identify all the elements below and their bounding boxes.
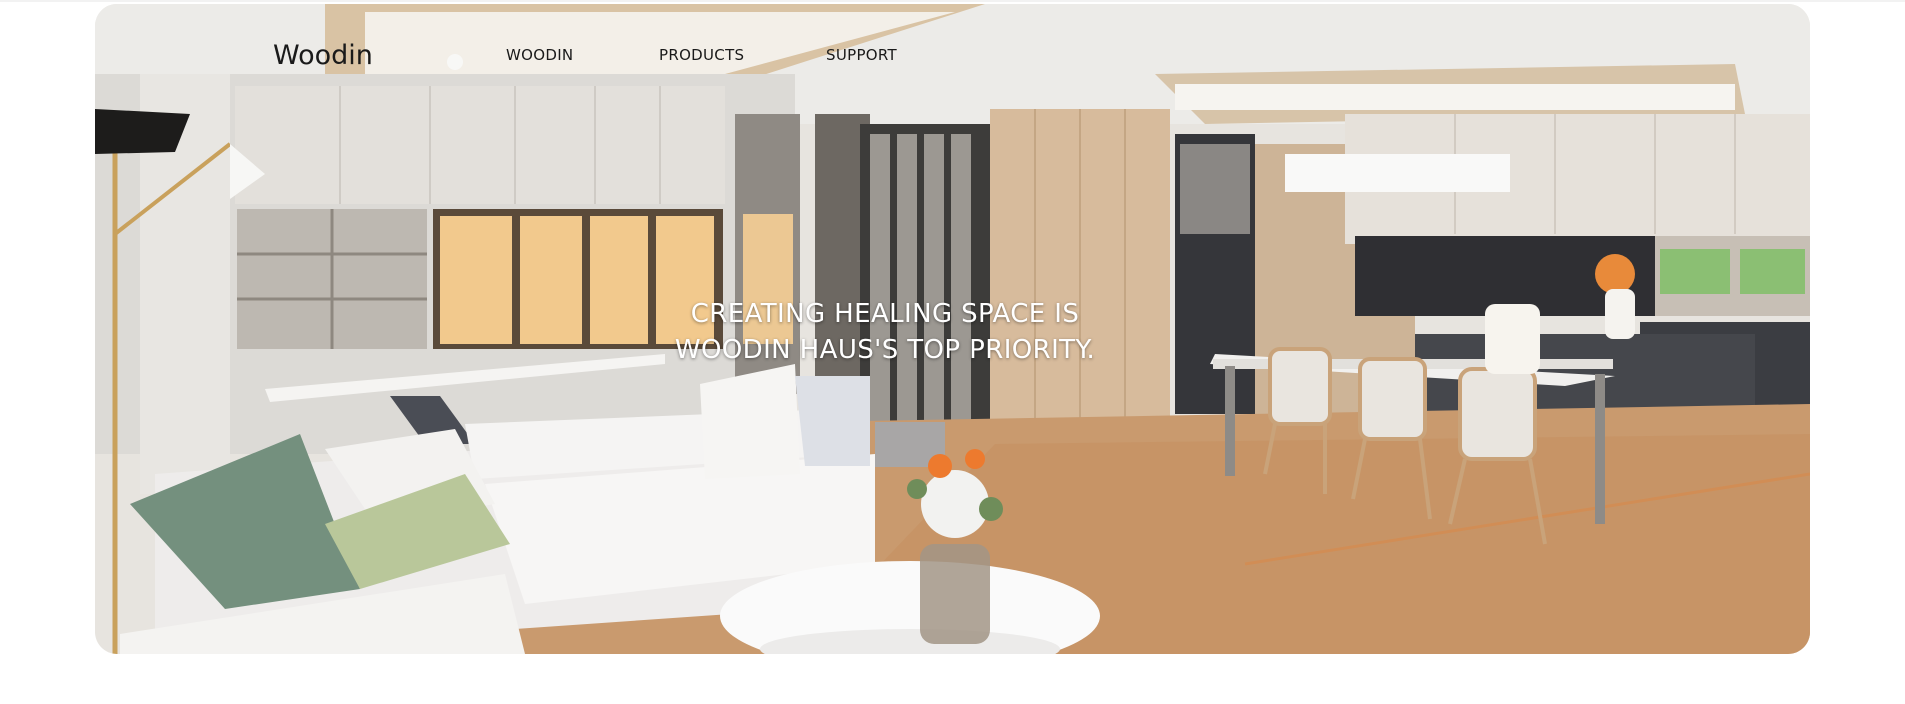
hero-tagline-line-2: WOODIN HAUS'S TOP PRIORITY.: [674, 335, 1096, 365]
nav-item-support[interactable]: SUPPORT: [826, 46, 897, 64]
nav-item-woodin[interactable]: WOODIN: [506, 46, 573, 64]
nav-item-products[interactable]: PRODUCTS: [659, 46, 744, 64]
hero-tagline: CREATING HEALING SPACE IS WOODIN HAUS'S …: [625, 296, 1145, 368]
hero-banner: Woodin WOODIN PRODUCTS SUPPORT CREATING …: [95, 4, 1810, 654]
brand-logo-text[interactable]: Woodin: [273, 40, 373, 71]
top-divider: [0, 0, 1905, 2]
hero-tagline-line-1: CREATING HEALING SPACE IS: [690, 299, 1080, 329]
